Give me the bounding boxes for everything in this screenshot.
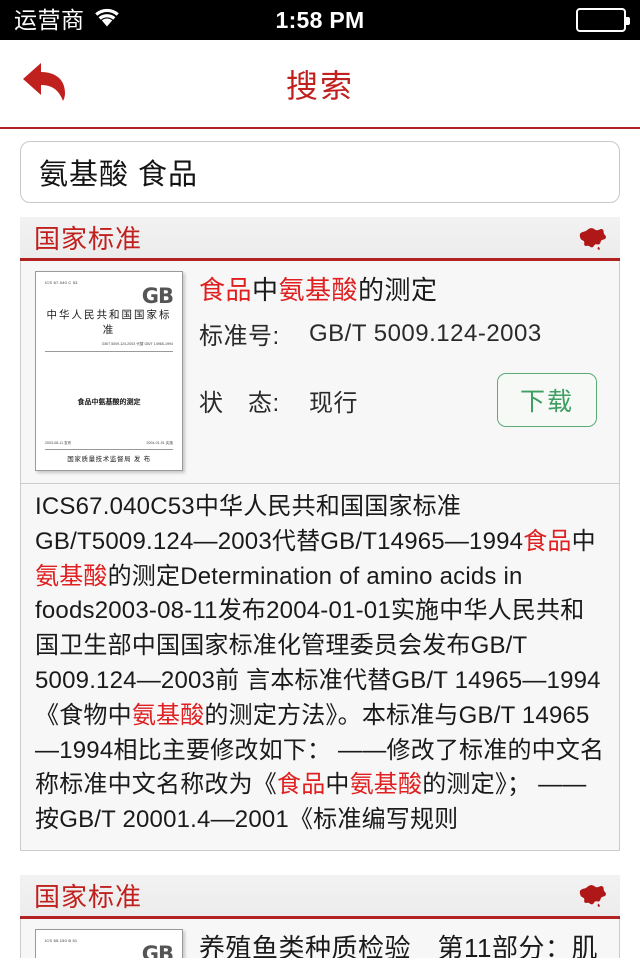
text-run: 的测定 [358, 275, 438, 305]
result-category-label: 国家标准 [34, 224, 143, 254]
standard-number-label: 标准号: [199, 323, 280, 351]
back-button[interactable] [14, 56, 76, 112]
standard-number-row: 标准号: GB/T 5009.124-2003 [199, 316, 605, 351]
search-term-highlight: 食品 [277, 771, 326, 799]
status-bar-right [576, 8, 630, 32]
search-term-highlight: 氨基酸 [35, 562, 108, 590]
page-title: 搜索 [285, 67, 354, 104]
nav-bar: 搜索 [0, 40, 640, 129]
thumbnail-standard-code: GB/T 5009.124-2003 代替 GB/T 14965-1994 [101, 342, 173, 347]
result-info: 养殖鱼类种质检验 第11部分：肌肉中主要氨基酸含量的测定 标准号: GB/T 1… [199, 929, 605, 958]
thumbnail-effective-date: 2004-01-01 实施 [146, 441, 173, 445]
result-card[interactable]: 国家标准 ICS 67.040 C 53 GB 中华人民共和国国家标准 GB/T… [20, 217, 620, 851]
search-field-container [20, 129, 620, 217]
result-card-body: ICS 65.150 B 51 GB 中华人民共和国国家标准 GB/T 1865… [20, 918, 620, 958]
result-card-header: 国家标准 [20, 217, 620, 261]
status-bar: 运营商 1:58 PM [0, 0, 640, 40]
result-card[interactable]: 国家标准 ICS 65.150 B 51 GB 中华人民共和国国家标准 GB/T… [20, 874, 620, 958]
carrier-label: 运营商 [14, 6, 85, 33]
search-term-highlight: 氨基酸 [349, 771, 423, 799]
results-scroll-area[interactable]: 国家标准 ICS 67.040 C 53 GB 中华人民共和国国家标准 GB/T… [0, 129, 640, 958]
search-term-highlight: 氨基酸 [131, 701, 205, 729]
thumbnail-doc-title: 食品中氨基酸的测定 [77, 399, 141, 407]
result-title[interactable]: 食品中氨基酸的测定 [199, 273, 605, 308]
result-info: 食品中氨基酸的测定 标准号: GB/T 5009.124-2003 状 态: 现… [199, 271, 605, 471]
status-label: 状 态: [199, 389, 280, 417]
download-button[interactable]: 下载 [496, 373, 597, 428]
document-cover-thumbnail[interactable]: ICS 67.040 C 53 GB 中华人民共和国国家标准 GB/T 5009… [35, 271, 183, 471]
wifi-icon [94, 8, 120, 33]
search-term-highlight: 食品 [199, 275, 253, 305]
search-term-highlight: 食品 [523, 527, 572, 555]
thumbnail-gb-mark: GB [141, 941, 174, 958]
result-abstract: ICS67.040C53中华人民共和国国家标准GB/T5009.124—2003… [20, 484, 620, 851]
text-run: 养殖鱼类种质检验 第11部分：肌肉中主要 [199, 932, 598, 958]
thumbnail-dates: 2003-08-11 发布 2004-01-01 实施 [45, 441, 173, 450]
battery-full-icon [576, 8, 630, 32]
search-term-highlight: 氨基酸 [278, 275, 359, 305]
thumbnail-issue-date: 2003-08-11 发布 [45, 441, 72, 445]
result-card-body: ICS 67.040 C 53 GB 中华人民共和国国家标准 GB/T 5009… [20, 261, 620, 484]
result-category-label: 国家标准 [34, 881, 143, 912]
result-title[interactable]: 养殖鱼类种质检验 第11部分：肌肉中主要氨基酸含量的测定 [199, 931, 605, 958]
text-run: 中 [252, 275, 279, 305]
search-input[interactable] [20, 141, 620, 203]
thumbnail-national-line: 中华人民共和国国家标准 [46, 309, 172, 337]
china-map-icon [576, 882, 608, 908]
text-run: ICS67.040C53中华人民共和国国家标准GB/T5009.124—2003… [35, 493, 524, 555]
standard-number-value: GB/T 5009.124-2003 [309, 319, 542, 347]
document-cover-thumbnail[interactable]: ICS 65.150 B 51 GB 中华人民共和国国家标准 GB/T 1865… [35, 928, 183, 958]
result-card-header: 国家标准 [20, 874, 620, 919]
thumbnail-issuer: 国家质量技术监督局 发 布 [67, 455, 151, 463]
back-arrow-icon [19, 57, 71, 110]
results-list: 国家标准 ICS 67.040 C 53 GB 中华人民共和国国家标准 GB/T… [20, 217, 620, 958]
status-value: 现行 [309, 389, 358, 417]
status-bar-left: 运营商 [14, 8, 120, 33]
thumbnail-divider [45, 351, 173, 353]
status-row: 状 态: 现行 下载 [199, 373, 605, 428]
thumbnail-gb-mark: GB [141, 284, 174, 308]
text-run: 中 [571, 527, 596, 555]
text-run: 中 [325, 771, 350, 799]
china-map-icon [576, 225, 608, 251]
